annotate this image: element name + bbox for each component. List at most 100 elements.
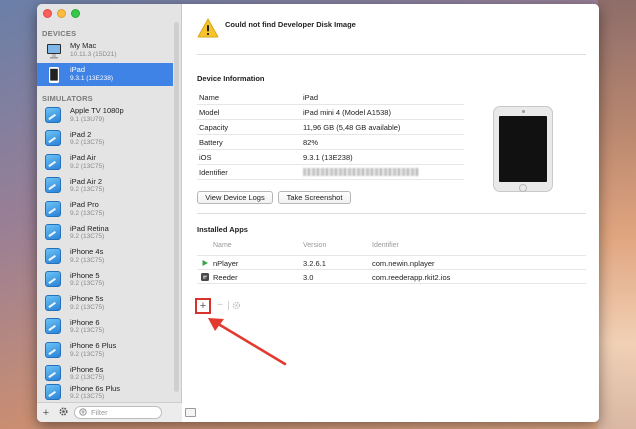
info-value: iPad mini 4 (Model A1538) (303, 108, 391, 117)
sidebar: DEVICES My Mac 10.11.3 (15D21) iPad 9.3.… (37, 4, 182, 422)
sidebar-scrollbar[interactable] (174, 22, 179, 392)
info-row: Battery 82% (197, 135, 464, 150)
divider (197, 213, 586, 214)
simulator-version: 9.2 (13C75) (70, 303, 105, 311)
sidebar-item-ipad[interactable]: iPad 9.3.1 (13E238) (37, 63, 173, 86)
reeder-icon (201, 273, 209, 281)
column-header-version[interactable]: Version (303, 242, 326, 249)
simulator-version: 9.2 (13C75) (70, 374, 105, 381)
simulator-name: iPhone 5 (70, 270, 100, 280)
sidebar-item-simulator[interactable]: iPad Air 2 9.2 (13C75) (37, 175, 173, 198)
info-row: iOS 9.3.1 (13E238) (197, 150, 464, 165)
simulator-icon (45, 341, 63, 360)
minimize-button[interactable] (57, 9, 66, 18)
info-key: Capacity (199, 123, 229, 132)
filter-icon (79, 407, 87, 418)
simulator-version: 9.2 (13C75) (70, 327, 105, 334)
simulator-name: iPhone 6s (70, 364, 104, 374)
simulator-icon (45, 130, 63, 148)
simulator-name: iPhone 6s Plus (70, 384, 121, 393)
sidebar-item-simulator[interactable]: iPhone 5 9.2 (13C75) (37, 269, 173, 292)
info-key: Identifier (199, 168, 228, 177)
devices-window: DEVICES My Mac 10.11.3 (15D21) iPad 9.3.… (37, 4, 599, 422)
simulator-version: 9.2 (13C75) (70, 139, 105, 146)
simulator-name: iPhone 6 Plus (70, 341, 117, 350)
info-key: iOS (199, 153, 212, 162)
simulator-version: 9.1 (13U79) (70, 115, 105, 123)
info-row: Identifier (197, 165, 464, 180)
desktop-background (598, 0, 636, 429)
simulator-icon (45, 384, 63, 402)
app-name: Reeder (213, 273, 238, 282)
simulator-name: iPad 2 (70, 129, 92, 139)
identifier-redacted (303, 168, 419, 176)
simulator-name: iPad Air 2 (70, 176, 103, 186)
close-button[interactable] (43, 9, 52, 18)
filter-placeholder: Filter (91, 408, 108, 417)
take-screenshot-button[interactable]: Take Screenshot (278, 191, 351, 204)
sidebar-item-my-mac[interactable]: My Mac 10.11.3 (15D21) (37, 39, 173, 62)
ipad-icon (45, 66, 63, 84)
simulator-icon (45, 106, 63, 125)
sidebar-item-simulator[interactable]: iPad Pro 9.2 (13C75) (37, 198, 173, 221)
zoom-button[interactable] (71, 9, 80, 18)
gear-icon[interactable] (232, 301, 241, 310)
app-name: nPlayer (213, 259, 239, 268)
simulator-version: 9.2 (13C75) (70, 233, 105, 240)
simulator-icon (45, 365, 63, 383)
column-header-identifier[interactable]: Identifier (372, 242, 399, 249)
simulator-version: 9.2 (13C75) (70, 209, 105, 217)
app-version: 3.0 (303, 273, 314, 282)
window-controls (43, 9, 80, 18)
simulator-name: iPhone 6 (70, 317, 100, 327)
sidebar-item-simulator[interactable]: iPhone 6s Plus 9.2 (13C75) (37, 384, 173, 402)
info-key: Battery (199, 138, 223, 147)
info-row: Capacity 11,96 GB (5,48 GB available) (197, 120, 464, 135)
device-version: 9.3.1 (13E238) (70, 74, 114, 82)
divider (197, 54, 586, 55)
sidebar-item-simulator[interactable]: iPhone 6 9.2 (13C75) (37, 316, 173, 339)
simulator-version: 9.2 (13C75) (70, 162, 105, 170)
simulator-version: 9.2 (13C75) (70, 350, 105, 358)
app-row[interactable]: nPlayer 3.2.6.1 com.newin.nplayer (197, 255, 586, 269)
view-device-logs-button[interactable]: View Device Logs (197, 191, 273, 204)
info-value: 9.3.1 (13E238) (303, 153, 353, 162)
simulator-version: 9.2 (13C75) (70, 280, 105, 287)
info-value: 11,96 GB (5,48 GB available) (303, 123, 401, 132)
sidebar-item-simulator[interactable]: iPad 2 9.2 (13C75) (37, 128, 173, 151)
filter-field[interactable]: Filter (74, 406, 162, 419)
column-header-name[interactable]: Name (213, 242, 232, 249)
simulator-name: iPad Air (70, 153, 96, 162)
simulator-icon (45, 294, 63, 313)
simulator-icon (45, 247, 63, 266)
annotation-arrow (208, 318, 287, 366)
simulator-icon (45, 318, 63, 336)
device-version: 10.11.3 (15D21) (70, 50, 117, 58)
simulator-name: iPhone 4s (70, 247, 104, 256)
devices-section-label: DEVICES (42, 29, 77, 38)
sidebar-item-simulator[interactable]: iPad Air 9.2 (13C75) (37, 151, 173, 174)
nplayer-icon (202, 260, 208, 266)
app-version: 3.2.6.1 (303, 259, 326, 268)
sidebar-item-simulator[interactable]: Apple TV 1080p 9.1 (13U79) (37, 104, 173, 127)
info-key: Name (199, 93, 220, 102)
add-simulator-button[interactable]: + (40, 407, 52, 419)
simulator-version: 9.2 (13C75) (70, 256, 105, 264)
installed-apps-heading: Installed Apps (197, 225, 248, 234)
app-row[interactable]: Reeder 3.0 com.reederapp.rkit2.ios (197, 269, 586, 284)
sidebar-item-simulator[interactable]: iPhone 5s 9.2 (13C75) (37, 292, 173, 315)
sidebar-toolbar: + Filter (37, 402, 182, 422)
gear-icon[interactable] (57, 406, 69, 420)
simulator-version: 9.2 (13C75) (70, 186, 105, 193)
simulator-icon (45, 177, 63, 195)
simulator-icon (45, 200, 63, 219)
sidebar-item-simulator[interactable]: iPhone 4s 9.2 (13C75) (37, 245, 173, 268)
info-key: Model (199, 108, 220, 117)
warning-icon (197, 18, 219, 38)
toggle-console-icon[interactable] (185, 408, 196, 417)
sidebar-item-simulator[interactable]: iPhone 6s 9.2 (13C75) (37, 363, 173, 386)
simulator-version: 9.2 (13C75) (70, 393, 105, 400)
sidebar-item-simulator[interactable]: iPad Retina 9.2 (13C75) (37, 222, 173, 245)
sidebar-item-simulator[interactable]: iPhone 6 Plus 9.2 (13C75) (37, 339, 173, 362)
simulators-section-label: SIMULATORS (42, 94, 93, 103)
